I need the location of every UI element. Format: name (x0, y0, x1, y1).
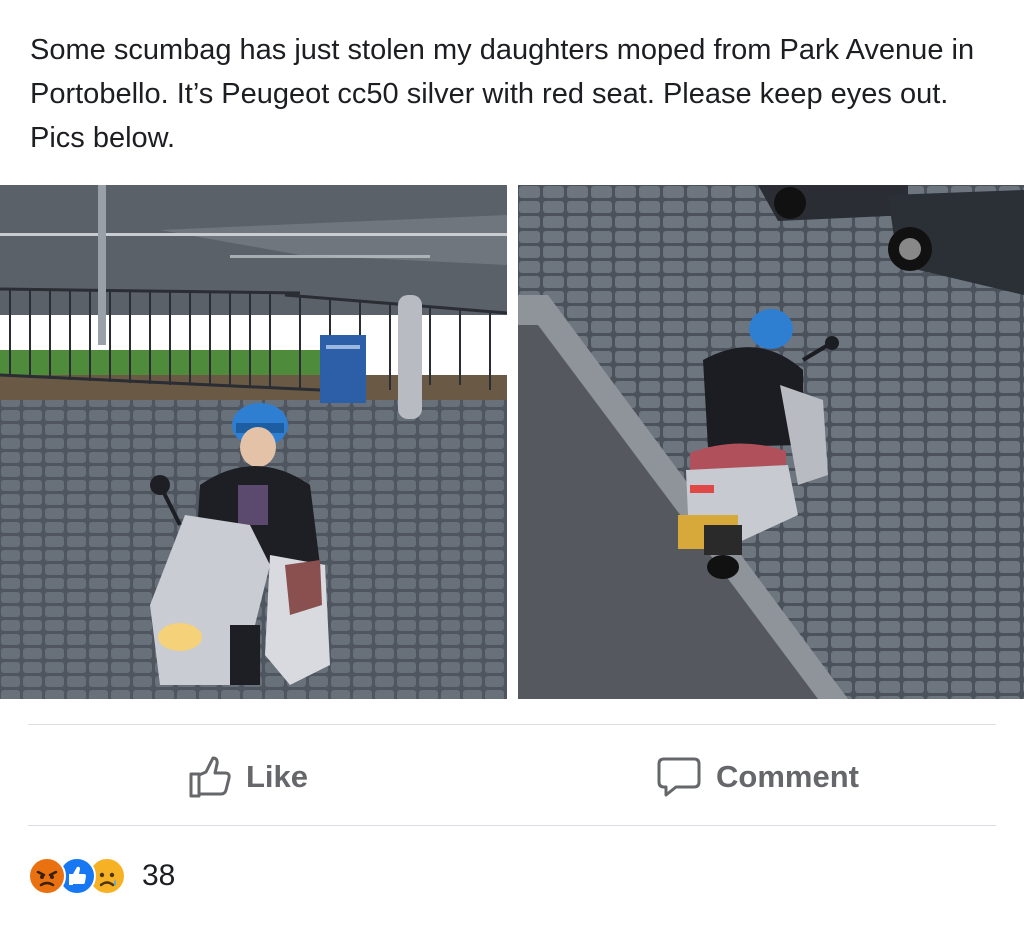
like-label: Like (246, 759, 309, 794)
comment-label: Comment (716, 759, 859, 794)
divider-bottom (28, 825, 996, 826)
post-text: Some scumbag has just stolen my daughter… (30, 34, 975, 154)
photo-rider-on-moped (0, 185, 507, 699)
photo-rider-from-behind (518, 185, 1024, 699)
reactions-summary[interactable]: 38 (28, 854, 175, 898)
post-photo-left[interactable] (0, 185, 507, 699)
post-photo-right[interactable] (518, 185, 1024, 699)
reaction-count: 38 (142, 859, 176, 892)
comment-bubble-icon (657, 757, 701, 797)
thumbs-up-icon (189, 756, 231, 798)
divider-top (28, 724, 996, 725)
comment-button[interactable]: Comment (656, 748, 859, 806)
like-button[interactable]: Like (188, 748, 308, 806)
angry-reaction-icon (28, 857, 66, 895)
